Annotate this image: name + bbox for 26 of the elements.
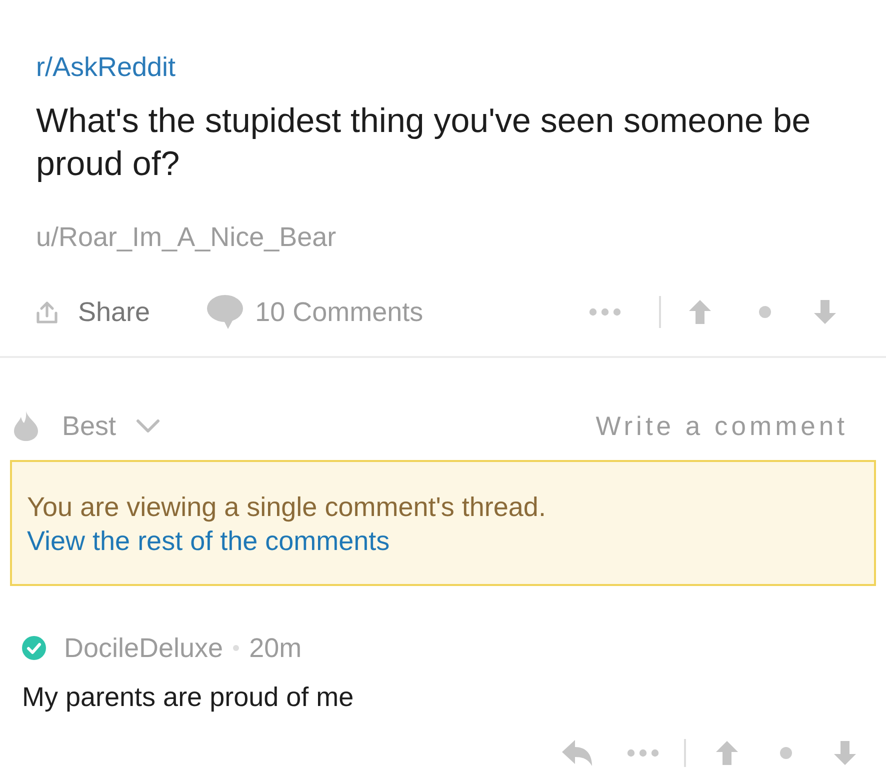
score-dot-icon [780, 747, 792, 759]
more-options-icon[interactable] [589, 308, 621, 316]
write-comment-button[interactable]: Write a comment [596, 410, 848, 442]
comment-bubble-icon [207, 295, 244, 329]
flame-icon [14, 411, 38, 441]
post-author-link[interactable]: u/Roar_Im_A_Nice_Bear [36, 221, 336, 253]
comment-time: 20m [249, 632, 302, 664]
upvote-arrow-icon[interactable] [716, 741, 738, 765]
comments-button[interactable]: 10 Comments [207, 295, 424, 329]
sort-dropdown[interactable]: Best [14, 410, 160, 442]
share-button[interactable]: Share [36, 296, 150, 328]
reply-arrow-icon[interactable] [562, 740, 592, 766]
more-options-icon[interactable] [627, 749, 659, 757]
notice-text: You are viewing a single comment's thread. [27, 491, 546, 524]
downvote-arrow-icon[interactable] [834, 741, 856, 765]
view-all-comments-link[interactable]: View the rest of the comments [27, 524, 390, 558]
separator-dot-icon [233, 645, 240, 651]
subreddit-link[interactable]: r/AskReddit [36, 51, 176, 83]
upvote-arrow-icon[interactable] [689, 300, 711, 324]
comment-author-link[interactable]: DocileDeluxe [64, 632, 224, 664]
post-title: What's the stupidest thing you've seen someone be proud of? [36, 101, 812, 185]
share-icon [36, 300, 58, 324]
downvote-arrow-icon[interactable] [814, 300, 836, 324]
score-dot-icon [759, 306, 771, 318]
chevron-down-icon [136, 419, 160, 433]
comment-body: My parents are proud of me [22, 681, 355, 713]
